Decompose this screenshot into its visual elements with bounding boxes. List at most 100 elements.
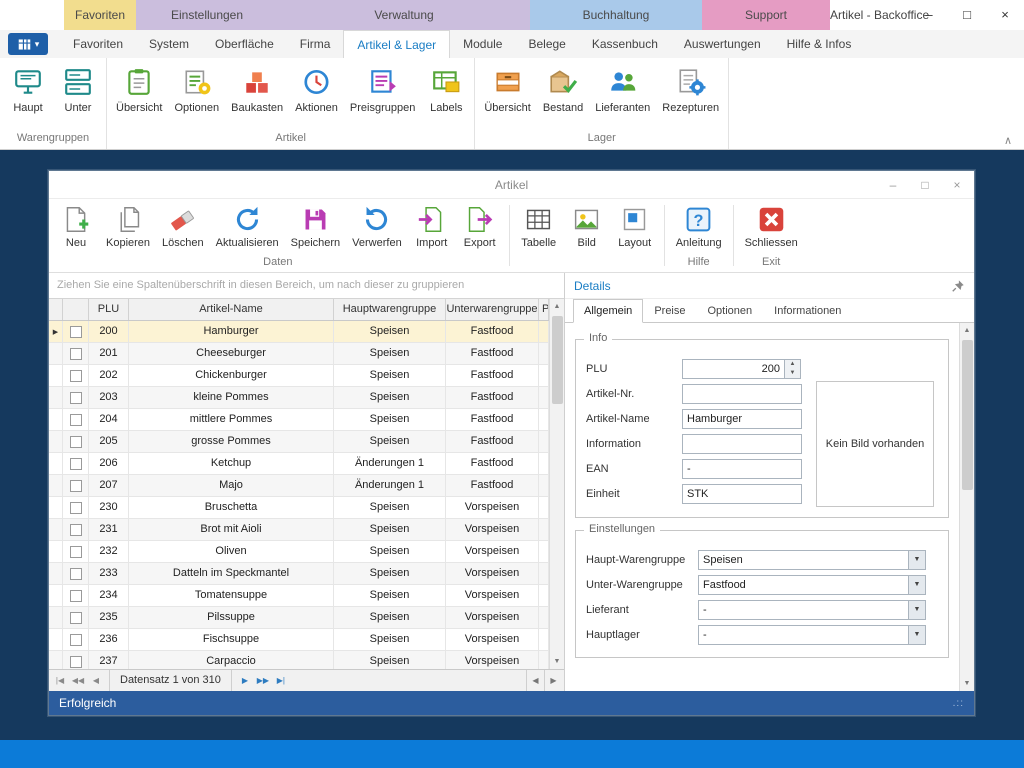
tabelle-button[interactable]: Tabelle [515, 204, 563, 255]
row-checkbox[interactable] [63, 497, 89, 518]
table-row[interactable]: 203 kleine Pommes Speisen Fastfood [49, 387, 549, 409]
nav-first-button[interactable]: |◀ [51, 676, 69, 685]
chevron-down-icon[interactable]: ▼ [908, 626, 925, 644]
minimize-icon[interactable]: – [916, 3, 942, 27]
close-icon[interactable]: × [992, 3, 1018, 27]
row-checkbox[interactable] [63, 343, 89, 364]
nav-next-button[interactable]: ▶ [236, 676, 254, 685]
scroll-right-icon[interactable]: ▶ [544, 670, 562, 691]
table-row[interactable]: 231 Brot mit Aioli Speisen Vorspeisen [49, 519, 549, 541]
loeschen-button[interactable]: Löschen [156, 204, 210, 255]
table-row[interactable]: 205 grosse Pommes Speisen Fastfood [49, 431, 549, 453]
ribbon-button-lieferanten[interactable]: Lieferanten [589, 65, 656, 116]
ribbon-button-bestand[interactable]: Bestand [537, 65, 589, 116]
table-row[interactable]: 234 Tomatensuppe Speisen Vorspeisen [49, 585, 549, 607]
details-scroll-thumb[interactable] [962, 340, 973, 490]
ribbon-button-artikel-uebersicht[interactable]: Übersicht [110, 65, 168, 116]
header-checkbox[interactable] [63, 299, 89, 320]
row-checkbox[interactable] [63, 431, 89, 452]
header-artikel-name[interactable]: Artikel-Name [129, 299, 334, 320]
chevron-down-icon[interactable]: ▼ [908, 551, 925, 569]
tab-informationen[interactable]: Informationen [763, 299, 852, 323]
table-row[interactable]: 237 Carpaccio Speisen Vorspeisen [49, 651, 549, 669]
scroll-up-icon[interactable]: ▲ [550, 299, 564, 314]
tab-oberflaeche[interactable]: Oberfläche [202, 30, 287, 58]
row-checkbox[interactable] [63, 453, 89, 474]
nav-last-button[interactable]: ▶| [272, 676, 290, 685]
artikel-nr-input[interactable] [682, 384, 802, 404]
row-checkbox[interactable] [63, 409, 89, 430]
taskbar[interactable] [0, 740, 1024, 768]
ean-input[interactable] [682, 459, 802, 479]
plu-spinner[interactable]: ▲▼ [785, 359, 801, 379]
table-row[interactable]: 200 Hamburger Speisen Fastfood [49, 321, 549, 343]
tab-allgemein[interactable]: Allgemein [573, 299, 643, 323]
schliessen-button[interactable]: Schliessen [739, 204, 804, 255]
group-by-hint[interactable]: Ziehen Sie eine Spaltenüberschrift in di… [49, 273, 564, 299]
tab-auswertungen[interactable]: Auswertungen [671, 30, 774, 58]
layout-button[interactable]: Layout [611, 204, 659, 255]
table-row[interactable]: 232 Oliven Speisen Vorspeisen [49, 541, 549, 563]
import-button[interactable]: Import [408, 204, 456, 255]
tab-system[interactable]: System [136, 30, 202, 58]
ribbon-button-preisgruppen[interactable]: Preisgruppen [344, 65, 421, 116]
einheit-input[interactable] [682, 484, 802, 504]
plu-field[interactable]: ▲▼ [682, 359, 801, 379]
artikel-window-titlebar[interactable]: Artikel – □ × [49, 171, 974, 199]
category-verwaltung[interactable]: Verwaltung [278, 0, 530, 30]
tab-preise[interactable]: Preise [643, 299, 696, 323]
ribbon-button-lager-uebersicht[interactable]: Übersicht [478, 65, 536, 116]
table-row[interactable]: 206 Ketchup Änderungen 1 Fastfood [49, 453, 549, 475]
nav-prev-button[interactable]: ◀ [87, 676, 105, 685]
row-checkbox[interactable] [63, 387, 89, 408]
table-row[interactable]: 201 Cheeseburger Speisen Fastfood [49, 343, 549, 365]
details-vertical-scrollbar[interactable]: ▲ ▼ [959, 323, 974, 691]
maximize-icon[interactable]: □ [954, 3, 980, 27]
header-unterwarengruppe[interactable]: Unterwarengruppe [446, 299, 539, 320]
category-favoriten[interactable]: Favoriten [64, 0, 136, 30]
row-checkbox[interactable] [63, 585, 89, 606]
chevron-down-icon[interactable]: ▼ [908, 576, 925, 594]
row-checkbox[interactable] [63, 607, 89, 628]
category-support[interactable]: Support [702, 0, 830, 30]
table-row[interactable]: 230 Bruschetta Speisen Vorspeisen [49, 497, 549, 519]
anleitung-button[interactable]: ? Anleitung [670, 204, 728, 255]
tab-artikel-lager[interactable]: Artikel & Lager [343, 30, 450, 58]
row-checkbox[interactable] [63, 563, 89, 584]
table-row[interactable]: 236 Fischsuppe Speisen Vorspeisen [49, 629, 549, 651]
close-icon[interactable]: × [946, 175, 968, 195]
ribbon-button-haupt[interactable]: Haupt [3, 65, 53, 116]
table-row[interactable]: 233 Datteln im Speckmantel Speisen Vorsp… [49, 563, 549, 585]
row-checkbox[interactable] [63, 365, 89, 386]
chevron-down-icon[interactable]: ▼ [908, 601, 925, 619]
export-button[interactable]: Export [456, 204, 504, 255]
scroll-left-icon[interactable]: ◀ [526, 670, 544, 691]
app-menu-button[interactable]: ▾ [8, 33, 48, 55]
lieferant-select[interactable]: - ▼ [698, 600, 926, 620]
verwerfen-button[interactable]: Verwerfen [346, 204, 408, 255]
header-hauptwarengruppe[interactable]: Hauptwarengruppe [334, 299, 446, 320]
table-row[interactable]: 202 Chickenburger Speisen Fastfood [49, 365, 549, 387]
tab-optionen[interactable]: Optionen [697, 299, 764, 323]
row-checkbox[interactable] [63, 651, 89, 669]
neu-button[interactable]: Neu [52, 204, 100, 255]
ribbon-button-baukasten[interactable]: Baukasten [225, 65, 289, 116]
resize-grip-icon[interactable]: .:: [953, 698, 964, 709]
table-row[interactable]: 235 Pilssuppe Speisen Vorspeisen [49, 607, 549, 629]
category-einstellungen[interactable]: Einstellungen [136, 0, 278, 30]
row-checkbox[interactable] [63, 629, 89, 650]
grid-scroll-thumb[interactable] [552, 316, 563, 404]
tab-favoriten[interactable]: Favoriten [60, 30, 136, 58]
header-preis[interactable]: P [539, 299, 549, 320]
row-checkbox[interactable] [63, 541, 89, 562]
aktualisieren-button[interactable]: Aktualisieren [210, 204, 285, 255]
ribbon-button-rezepturen[interactable]: Rezepturen [656, 65, 725, 116]
ribbon-button-artikel-optionen[interactable]: Optionen [168, 65, 225, 116]
nav-next-page-button[interactable]: ▶▶ [254, 676, 272, 685]
artikel-name-input[interactable] [682, 409, 802, 429]
tab-kassenbuch[interactable]: Kassenbuch [579, 30, 671, 58]
haupt-warengruppe-select[interactable]: Speisen ▼ [698, 550, 926, 570]
ribbon-button-unter[interactable]: Unter [53, 65, 103, 116]
tab-hilfe-infos[interactable]: Hilfe & Infos [774, 30, 865, 58]
minimize-icon[interactable]: – [882, 175, 904, 195]
